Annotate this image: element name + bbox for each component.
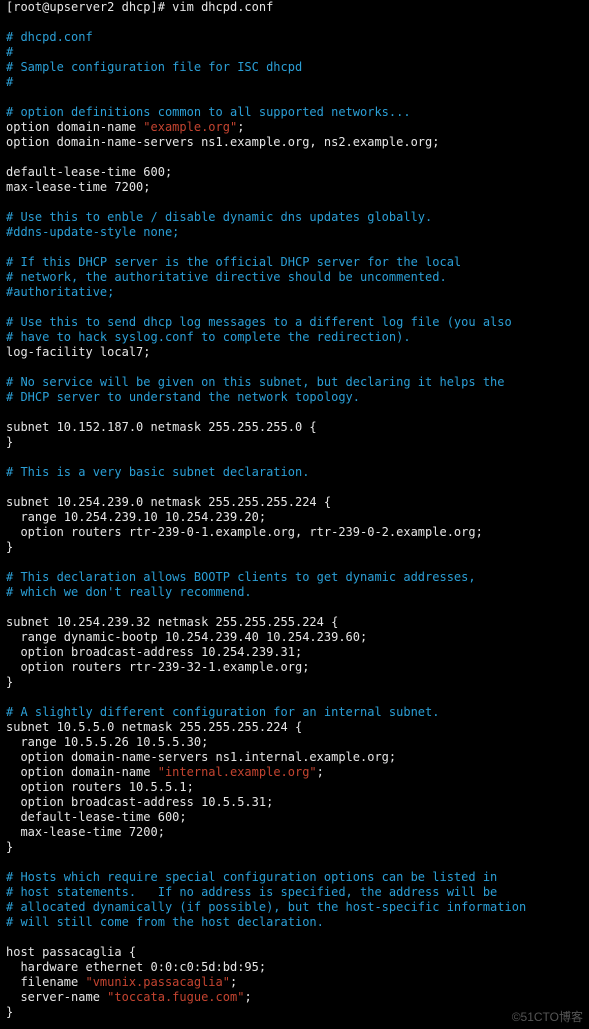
comment-line: # option definitions common to all suppo… <box>6 105 411 119</box>
config-line: ; <box>317 765 324 779</box>
shell-prompt: [root@upserver2 dhcp]# <box>6 0 172 14</box>
comment-line: # dhcpd.conf <box>6 30 93 44</box>
config-line: option domain-name-servers ns1.example.o… <box>6 135 439 149</box>
comment-line: # Hosts which require special configurat… <box>6 870 497 884</box>
config-line: max-lease-time 7200; <box>6 825 165 839</box>
config-line: hardware ethernet 0:0:c0:5d:bd:95; <box>6 960 266 974</box>
config-line: } <box>6 675 13 689</box>
config-line: } <box>6 840 13 854</box>
comment-line: # allocated dynamically (if possible), b… <box>6 900 526 914</box>
comment-line: # DHCP server to understand the network … <box>6 390 360 404</box>
config-line: subnet 10.152.187.0 netmask 255.255.255.… <box>6 420 317 434</box>
shell-command: vim dhcpd.conf <box>172 0 273 14</box>
config-line: option routers rtr-239-0-1.example.org, … <box>6 525 483 539</box>
config-line: option broadcast-address 10.254.239.31; <box>6 645 302 659</box>
config-line: default-lease-time 600; <box>6 165 172 179</box>
comment-line: # This is a very basic subnet declaratio… <box>6 465 309 479</box>
comment-line: #authoritative; <box>6 285 114 299</box>
config-line: option routers rtr-239-32-1.example.org; <box>6 660 309 674</box>
comment-line: # No service will be given on this subne… <box>6 375 505 389</box>
comment-line: # A slightly different configuration for… <box>6 705 439 719</box>
config-line: option domain-name <box>6 765 158 779</box>
config-line: filename <box>6 975 85 989</box>
string-literal: "vmunix.passacaglia" <box>85 975 230 989</box>
config-line: ; <box>230 975 237 989</box>
config-line: default-lease-time 600; <box>6 810 187 824</box>
config-line: host passacaglia { <box>6 945 136 959</box>
config-line: option domain-name-servers ns1.internal.… <box>6 750 396 764</box>
config-line: server-name <box>6 990 107 1004</box>
config-line: } <box>6 1005 13 1019</box>
comment-line: # If this DHCP server is the official DH… <box>6 255 461 269</box>
comment-line: # will still come from the host declarat… <box>6 915 324 929</box>
comment-line: # Use this to enble / disable dynamic dn… <box>6 210 432 224</box>
config-line: subnet 10.254.239.0 netmask 255.255.255.… <box>6 495 331 509</box>
config-line: } <box>6 435 13 449</box>
config-line: max-lease-time 7200; <box>6 180 151 194</box>
config-line: log-facility local7; <box>6 345 151 359</box>
string-literal: "example.org" <box>143 120 237 134</box>
comment-line: # Sample configuration file for ISC dhcp… <box>6 60 302 74</box>
config-line: } <box>6 540 13 554</box>
config-line: option routers 10.5.5.1; <box>6 780 194 794</box>
string-literal: "toccata.fugue.com" <box>107 990 244 1004</box>
config-line: subnet 10.5.5.0 netmask 255.255.255.224 … <box>6 720 302 734</box>
config-line: ; <box>244 990 251 1004</box>
terminal-output: [root@upserver2 dhcp]# vim dhcpd.conf # … <box>0 0 589 1026</box>
config-line: ; <box>237 120 244 134</box>
config-line: subnet 10.254.239.32 netmask 255.255.255… <box>6 615 338 629</box>
comment-line: # have to hack syslog.conf to complete t… <box>6 330 411 344</box>
comment-line: # Use this to send dhcp log messages to … <box>6 315 512 329</box>
comment-line: # which we don't really recommend. <box>6 585 252 599</box>
comment-line: # <box>6 75 13 89</box>
string-literal: "internal.example.org" <box>158 765 317 779</box>
config-line: range dynamic-bootp 10.254.239.40 10.254… <box>6 630 367 644</box>
comment-line: #ddns-update-style none; <box>6 225 179 239</box>
config-line: option domain-name <box>6 120 143 134</box>
comment-line: # network, the authoritative directive s… <box>6 270 447 284</box>
config-line: range 10.5.5.26 10.5.5.30; <box>6 735 208 749</box>
config-line: option broadcast-address 10.5.5.31; <box>6 795 273 809</box>
config-line: range 10.254.239.10 10.254.239.20; <box>6 510 266 524</box>
comment-line: # <box>6 45 13 59</box>
comment-line: # host statements. If no address is spec… <box>6 885 497 899</box>
comment-line: # This declaration allows BOOTP clients … <box>6 570 476 584</box>
